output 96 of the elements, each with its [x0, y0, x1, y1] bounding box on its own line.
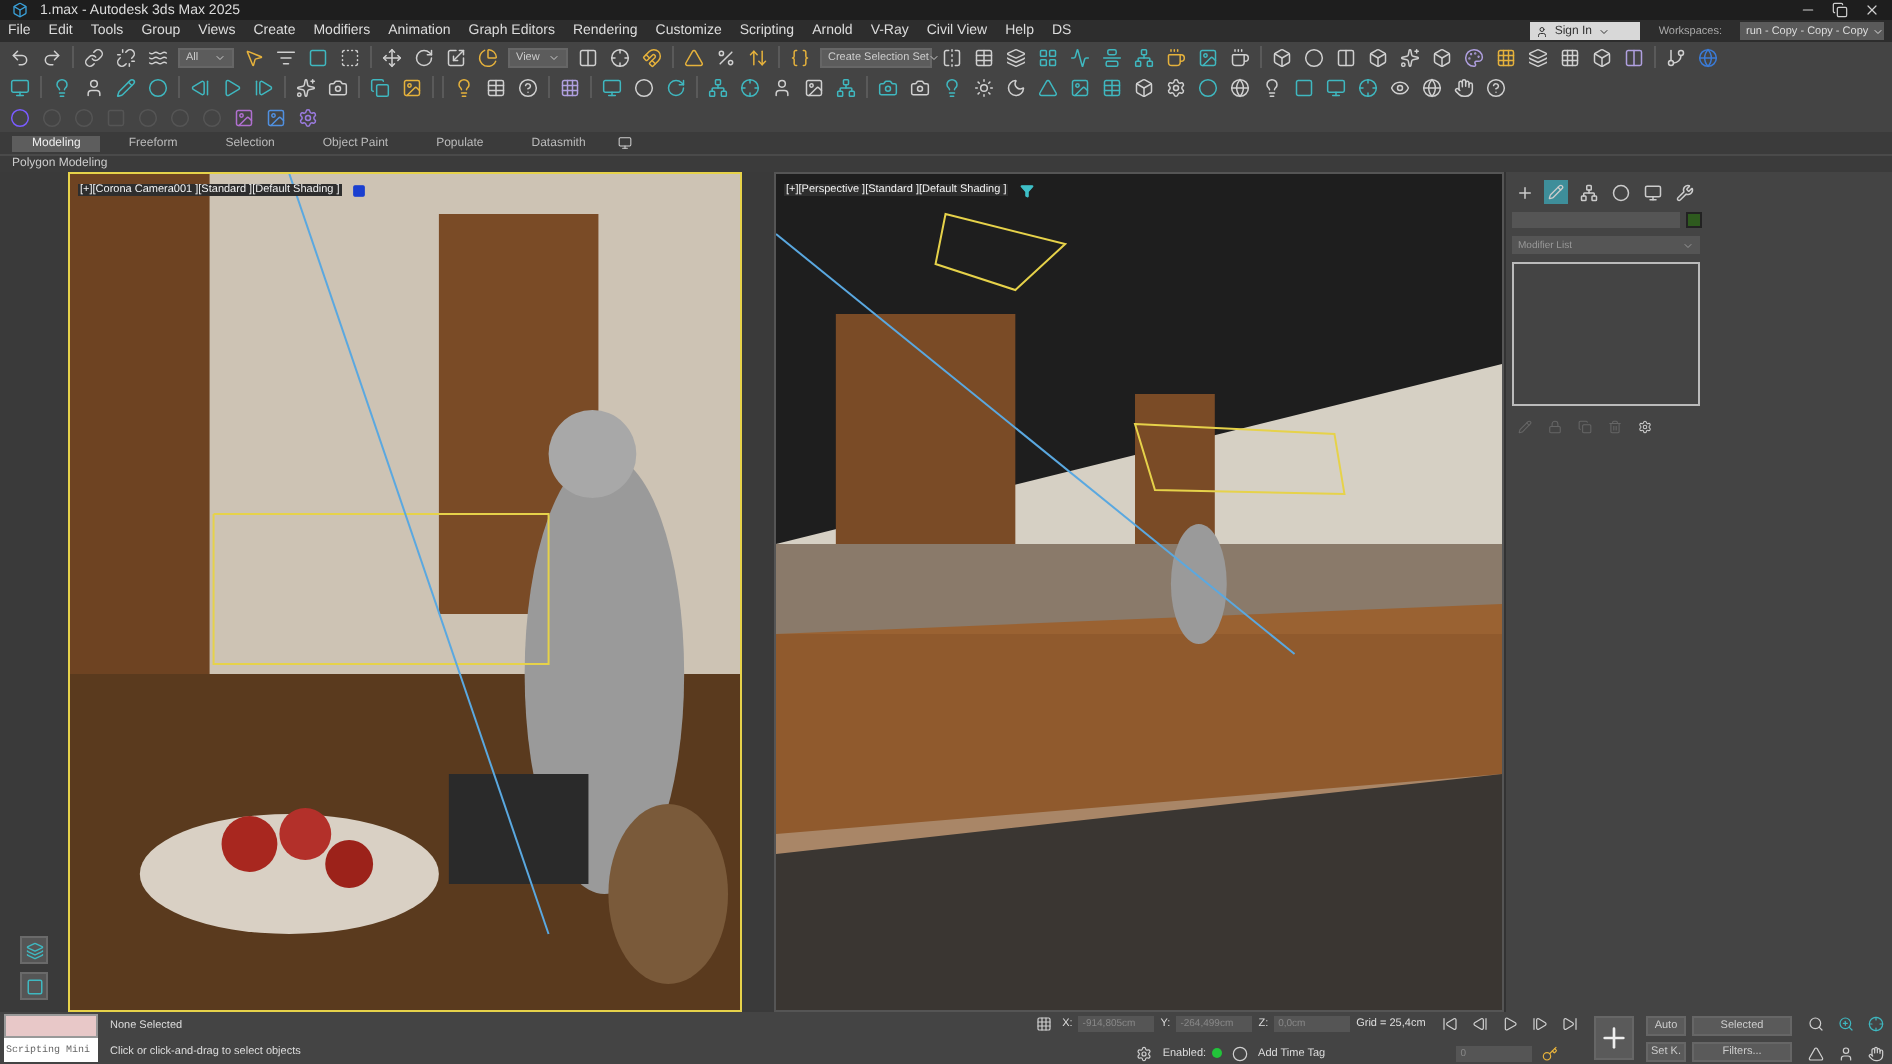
step-forward-icon[interactable]	[252, 75, 276, 99]
scale-icon[interactable]	[444, 45, 468, 69]
square-icon[interactable]	[1292, 75, 1316, 99]
bulb-icon[interactable]	[1260, 75, 1284, 99]
gear-icon[interactable]	[1164, 75, 1188, 99]
app-icon	[8, 0, 32, 22]
moon-icon[interactable]	[1004, 75, 1028, 99]
sphere-icon[interactable]	[1302, 45, 1326, 69]
color-swatch[interactable]	[1686, 212, 1702, 228]
layer-icon[interactable]	[20, 936, 48, 964]
pointer-icon[interactable]	[242, 45, 266, 69]
circle-icon[interactable]	[1228, 1041, 1253, 1064]
branch-icon[interactable]	[1664, 45, 1688, 69]
status-dot	[1212, 1048, 1223, 1058]
display-icon[interactable]	[1640, 180, 1664, 204]
nodes-icon[interactable]	[706, 75, 730, 99]
link-icon[interactable]	[82, 45, 106, 69]
columns-icon[interactable]	[1622, 45, 1646, 69]
figure-icon[interactable]	[82, 75, 106, 99]
script-input[interactable]	[4, 1014, 98, 1038]
key-icon[interactable]	[1538, 1041, 1563, 1064]
search-icon[interactable]	[1804, 1011, 1828, 1035]
grid-icon[interactable]	[558, 75, 582, 99]
mirror-icon[interactable]	[940, 45, 964, 69]
caret-icon[interactable]	[928, 51, 941, 63]
motion-icon[interactable]	[1608, 180, 1632, 204]
user-icon	[1536, 25, 1549, 37]
align-icon[interactable]	[1100, 45, 1124, 69]
layers-icon[interactable]	[1526, 45, 1550, 69]
camera-icon[interactable]	[908, 75, 932, 99]
box-icon[interactable]	[1132, 75, 1156, 99]
camera-icon[interactable]	[876, 75, 900, 99]
crosshair-icon[interactable]	[1356, 75, 1380, 99]
cube-icon[interactable]	[1270, 45, 1294, 69]
target-icon[interactable]	[738, 75, 762, 99]
image-icon[interactable]	[400, 75, 424, 99]
curve-icon[interactable]	[1068, 45, 1092, 69]
percent-icon[interactable]	[714, 45, 738, 69]
step-back-icon[interactable]	[188, 75, 212, 99]
sphere-icon[interactable]	[1196, 75, 1220, 99]
sparkle-icon[interactable]	[1398, 45, 1422, 69]
caret-icon[interactable]	[1872, 25, 1885, 37]
sphere-icon[interactable]	[146, 75, 170, 99]
unlink-icon[interactable]	[114, 45, 138, 69]
hierarchy-icon[interactable]	[1576, 180, 1600, 204]
braces-icon[interactable]	[788, 45, 812, 69]
table-icon[interactable]	[972, 45, 996, 69]
pie-icon[interactable]	[476, 45, 500, 69]
eye-icon[interactable]	[1388, 75, 1412, 99]
utilities-icon[interactable]	[1672, 180, 1696, 204]
bulb-icon[interactable]	[940, 75, 964, 99]
triangle-icon[interactable]	[1804, 1041, 1828, 1064]
cube-icon[interactable]	[1430, 45, 1454, 69]
set-key-button[interactable]	[1593, 1016, 1634, 1060]
restore-icon[interactable]	[1828, 0, 1852, 22]
panel-icon[interactable]	[576, 45, 600, 69]
refresh-icon[interactable]	[664, 75, 688, 99]
camera-icon[interactable]	[326, 75, 350, 99]
columns-icon[interactable]	[1334, 45, 1358, 69]
dashed-square-icon[interactable]	[338, 45, 362, 69]
checker-icon[interactable]	[1558, 45, 1582, 69]
hand-icon[interactable]	[1452, 75, 1476, 99]
render-icon[interactable]	[1324, 75, 1348, 99]
undo-icon[interactable]	[8, 45, 32, 69]
wave-icon[interactable]	[146, 45, 170, 69]
pan-icon[interactable]	[1864, 1041, 1888, 1064]
monitor-icon[interactable]	[8, 75, 32, 99]
grid-icon[interactable]	[1036, 45, 1060, 69]
figure-icon[interactable]	[770, 75, 794, 99]
help-icon[interactable]	[516, 75, 540, 99]
modifier-stack[interactable]	[1512, 262, 1700, 406]
square-icon[interactable]	[306, 45, 330, 69]
lamp-icon[interactable]	[452, 75, 476, 99]
crosshair-icon[interactable]	[608, 45, 632, 69]
cube-icon[interactable]	[1590, 45, 1614, 69]
schematic-icon[interactable]	[1132, 45, 1156, 69]
help-icon[interactable]	[1484, 75, 1508, 99]
zoom-icon[interactable]	[1834, 1011, 1858, 1035]
redo-icon[interactable]	[40, 45, 64, 69]
caret-icon[interactable]	[1598, 25, 1610, 37]
play-icon[interactable]	[220, 75, 244, 99]
grid-icon[interactable]	[1494, 45, 1518, 69]
magnet-icon[interactable]	[640, 45, 664, 69]
layers-icon[interactable]	[1004, 45, 1028, 69]
rotate-icon[interactable]	[412, 45, 436, 69]
grid-icon[interactable]	[1032, 1011, 1057, 1035]
box-icon[interactable]	[1366, 45, 1390, 69]
move-icon[interactable]	[380, 45, 404, 69]
palette-icon[interactable]	[1462, 45, 1486, 69]
pencil-icon[interactable]	[114, 75, 138, 99]
plus-icon	[1597, 1022, 1630, 1054]
crosshair-icon[interactable]	[1864, 1011, 1888, 1035]
render-icon[interactable]	[600, 75, 624, 99]
gear-icon[interactable]	[1132, 1041, 1157, 1064]
light-icon[interactable]	[50, 75, 74, 99]
copy-icon[interactable]	[368, 75, 392, 99]
